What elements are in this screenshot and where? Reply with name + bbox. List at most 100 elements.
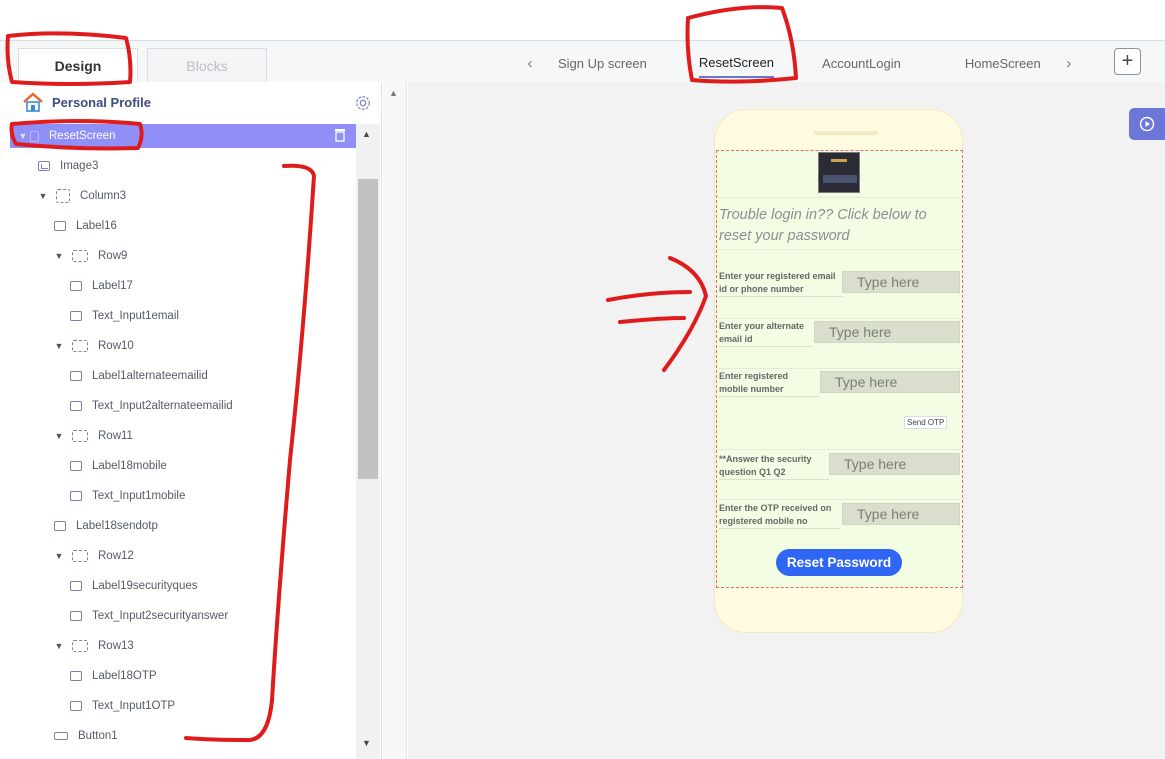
label-icon — [70, 461, 82, 471]
column-icon — [56, 189, 70, 203]
tree-item-button1[interactable]: Button1 — [10, 724, 356, 748]
divider — [717, 249, 961, 250]
tree-item-resetscreen[interactable]: ▼ ResetScreen — [10, 124, 356, 148]
tab-reset-screen[interactable]: ResetScreen — [698, 48, 775, 78]
button-icon — [54, 732, 68, 740]
play-icon — [1139, 116, 1155, 132]
scroll-up-icon[interactable]: ▲ — [362, 129, 371, 139]
text-input-icon — [70, 491, 82, 501]
tree-item-row10[interactable]: ▼ Row10 — [10, 334, 356, 358]
component-tree-panel: Personal Profile ▼ ResetScreen Image3 ▼ C… — [10, 82, 382, 759]
tree-item-label: Row12 — [98, 550, 134, 562]
otp-input[interactable]: Type here — [842, 503, 960, 525]
tree-item-label: ResetScreen — [49, 130, 116, 142]
tree-item-text-input1mobile[interactable]: Text_Input1mobile — [10, 484, 356, 508]
tree-item-text-input2securityanswer[interactable]: Text_Input2securityanswer — [10, 604, 356, 628]
label-mobile-number[interactable]: Enter registered mobile number — [719, 370, 819, 397]
row-icon — [72, 430, 88, 442]
text-input-icon — [70, 311, 82, 321]
tab-home-screen[interactable]: HomeScreen — [965, 48, 1041, 78]
tree-item-label: Text_Input1OTP — [92, 700, 176, 712]
chevron-right-icon[interactable]: › — [1059, 55, 1079, 72]
row-icon — [72, 640, 88, 652]
tree-item-row12[interactable]: ▼ Row12 — [10, 544, 356, 568]
tab-blocks[interactable]: Blocks — [147, 48, 267, 82]
trash-icon[interactable] — [334, 128, 346, 142]
tree-item-text-input2alternateemailid[interactable]: Text_Input2alternateemailid — [10, 394, 356, 418]
tree-item-label: Image3 — [60, 160, 99, 172]
tree-item-label: Label18OTP — [92, 670, 157, 682]
tree-item-label17[interactable]: Label17 — [10, 274, 356, 298]
page-icon — [30, 130, 39, 142]
tree-item-row13[interactable]: ▼ Row13 — [10, 634, 356, 658]
project-header: Personal Profile — [22, 92, 151, 112]
tree-item-label18sendotp[interactable]: Label18sendotp — [10, 514, 356, 538]
trouble-heading[interactable]: Trouble login in?? Click below to reset … — [719, 205, 962, 247]
label-alternate-email[interactable]: Enter your alternate email id — [719, 320, 813, 347]
divider — [717, 197, 961, 198]
tree-scrollbar[interactable]: ▲ ▼ — [356, 124, 380, 759]
label-otp[interactable]: Enter the OTP received on registered mob… — [719, 502, 841, 529]
tree-item-image3[interactable]: Image3 — [10, 154, 356, 178]
tree-item-label: Row10 — [98, 340, 134, 352]
preview-button[interactable] — [1129, 108, 1165, 140]
home-icon — [23, 92, 43, 112]
tab-account-login[interactable]: AccountLogin — [822, 48, 901, 78]
image3-logo[interactable] — [818, 152, 860, 193]
row-icon — [72, 550, 88, 562]
divider — [717, 449, 961, 450]
scroll-up-icon[interactable]: ▲ — [389, 88, 398, 98]
mobile-input[interactable]: Type here — [820, 371, 960, 393]
label-icon — [70, 581, 82, 591]
tree-item-label: Text_Input1email — [92, 310, 179, 322]
tree-item-label1alternateemailid[interactable]: Label1alternateemailid — [10, 364, 356, 388]
tree-item-label16[interactable]: Label16 — [10, 214, 356, 238]
tab-design[interactable]: Design — [18, 48, 138, 82]
email-input[interactable]: Type here — [842, 271, 960, 293]
tree-item-label18mobile[interactable]: Label18mobile — [10, 454, 356, 478]
divider — [717, 368, 961, 369]
text-input-icon — [70, 701, 82, 711]
security-answer-input[interactable]: Type here — [829, 453, 960, 475]
tree-item-label: Label18mobile — [92, 460, 167, 472]
image-icon — [38, 161, 50, 171]
tree-item-label: Label16 — [76, 220, 117, 232]
add-screen-button[interactable]: + — [1114, 48, 1141, 75]
send-otp-label[interactable]: Send OTP — [904, 416, 948, 429]
scroll-thumb[interactable] — [358, 179, 378, 479]
label-security-question[interactable]: **Answer the security question Q1 Q2 — [719, 453, 829, 480]
divider — [717, 318, 961, 319]
plus-icon: + — [1121, 50, 1134, 72]
gear-icon[interactable] — [354, 94, 372, 112]
tree-item-text-input1email[interactable]: Text_Input1email — [10, 304, 356, 328]
tree-item-label: Text_Input2alternateemailid — [92, 400, 233, 412]
row-icon — [72, 340, 88, 352]
tree-item-label18otp[interactable]: Label18OTP — [10, 664, 356, 688]
tree-item-label: Column3 — [80, 190, 127, 202]
app-window: Design Blocks ‹ Sign Up screen ResetScre… — [0, 0, 1165, 759]
tree-item-text-input1otp[interactable]: Text_Input1OTP — [10, 694, 356, 718]
tree-item-row11[interactable]: ▼ Row11 — [10, 424, 356, 448]
tab-sign-up-screen[interactable]: Sign Up screen — [558, 48, 647, 78]
tree-item-label: Button1 — [78, 730, 118, 742]
label-registered-email[interactable]: Enter your registered email id or phone … — [719, 270, 843, 297]
tree-item-label: Text_Input2securityanswer — [92, 610, 229, 622]
alternate-email-input[interactable]: Type here — [814, 321, 960, 343]
tree-item-column3[interactable]: ▼ Column3 — [10, 184, 356, 208]
label-icon — [70, 371, 82, 381]
row-icon — [72, 250, 88, 262]
panel-scrollbar[interactable]: ▲ — [383, 82, 407, 759]
tree-item-label: Label19securityques — [92, 580, 198, 592]
project-name: Personal Profile — [52, 94, 151, 110]
tree-item-row9[interactable]: ▼ Row9 — [10, 244, 356, 268]
tree-item-label: Row11 — [98, 430, 133, 442]
tree-item-label: Row9 — [98, 250, 128, 262]
chevron-left-icon[interactable]: ‹ — [520, 55, 540, 72]
scroll-down-icon[interactable]: ▼ — [362, 738, 371, 748]
text-input-icon — [70, 611, 82, 621]
phone-speaker — [814, 131, 878, 135]
component-tree: ▼ ResetScreen Image3 ▼ Column3 Label16 ▼ R… — [10, 124, 356, 759]
tree-item-label19securityques[interactable]: Label19securityques — [10, 574, 356, 598]
tree-item-label: Label18sendotp — [76, 520, 158, 532]
reset-password-button[interactable]: Reset Password — [776, 549, 902, 576]
